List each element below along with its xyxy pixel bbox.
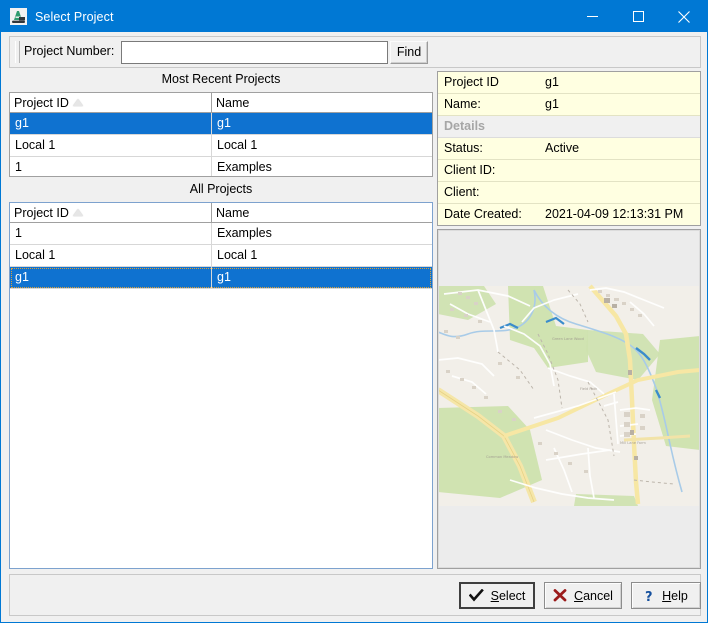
sort-ascending-icon: [73, 209, 83, 216]
svg-text:Common Meadow: Common Meadow: [486, 455, 518, 459]
details-group-header: Details: [438, 116, 700, 138]
column-header-name-label: Name: [216, 204, 249, 222]
cell-name: g1: [212, 113, 432, 134]
table-row[interactable]: 1 Examples: [10, 157, 432, 177]
all-projects-list[interactable]: Project ID Name 1 Examples Local 1 Local…: [9, 202, 433, 569]
window-controls: [569, 1, 707, 32]
details-row-date-created: Date Created: 2021-04-09 12:13:31 PM: [438, 204, 700, 226]
column-header-name[interactable]: Name: [212, 93, 432, 112]
column-header-project-id-label: Project ID: [14, 204, 69, 222]
details-label: Client ID:: [438, 160, 540, 181]
table-row[interactable]: 1 Examples: [10, 223, 432, 245]
details-label: Client:: [438, 182, 540, 203]
table-row[interactable]: Local 1 Local 1: [10, 245, 432, 267]
cell-name: Examples: [212, 223, 432, 244]
column-header-name-label: Name: [216, 94, 249, 112]
table-row[interactable]: g1 g1: [10, 267, 432, 289]
cancel-button-label: Cancel: [574, 589, 613, 603]
most-recent-header-row: Project ID Name: [10, 93, 432, 113]
select-project-dialog: Select Project Project Number: Find Most…: [0, 0, 708, 623]
project-location-map-thumbnail: Green Lane Wood Common Meadow Mill Lane …: [437, 229, 701, 569]
cancel-button[interactable]: Cancel: [544, 582, 622, 609]
cell-project-id: 1: [10, 157, 212, 177]
details-row-client: Client:: [438, 182, 700, 204]
column-header-project-id-label: Project ID: [14, 94, 69, 112]
details-label: Status:: [438, 138, 540, 159]
column-header-project-id[interactable]: Project ID: [10, 93, 212, 112]
svg-text:Field Path: Field Path: [580, 387, 597, 391]
cell-name: Local 1: [212, 135, 432, 156]
sort-ascending-icon: [73, 99, 83, 106]
close-icon[interactable]: [661, 1, 707, 32]
details-row-project-id: Project ID g1: [438, 72, 700, 94]
details-row-status: Status: Active: [438, 138, 700, 160]
svg-text:Mill Lane Farm: Mill Lane Farm: [620, 441, 646, 445]
cell-project-id: 1: [10, 223, 212, 244]
select-button[interactable]: Select: [459, 582, 535, 609]
svg-text:?: ?: [645, 590, 653, 603]
cell-name: Local 1: [212, 245, 432, 266]
most-recent-projects-list[interactable]: Project ID Name g1 g1 Local 1 Local 1 1 …: [9, 92, 433, 177]
details-label: Name:: [438, 94, 540, 115]
cell-name: g1: [212, 267, 432, 288]
minimize-icon[interactable]: [569, 1, 615, 32]
project-details-panel: Project ID g1 Name: g1 Details Status: A…: [437, 71, 701, 226]
cell-project-id: Local 1: [10, 245, 212, 266]
table-row[interactable]: g1 g1: [10, 113, 432, 135]
column-header-project-id[interactable]: Project ID: [10, 203, 212, 222]
cell-project-id: Local 1: [10, 135, 212, 156]
title-bar: Select Project: [1, 1, 707, 32]
details-row-client-id: Client ID:: [438, 160, 700, 182]
cell-name: Examples: [212, 157, 432, 177]
dialog-button-bar: Select Cancel ? Help: [9, 574, 701, 616]
app-excavator-icon: [10, 8, 27, 25]
project-number-input[interactable]: [121, 41, 388, 64]
details-group-label: Details: [438, 116, 700, 137]
details-value: [540, 182, 700, 203]
window-title: Select Project: [35, 10, 114, 24]
project-number-label: Project Number:: [24, 44, 114, 58]
cell-project-id: g1: [10, 113, 212, 134]
svg-text:Green Lane Wood: Green Lane Wood: [552, 337, 584, 341]
all-projects-header-row: Project ID Name: [10, 203, 432, 223]
question-mark-icon: ?: [644, 589, 655, 603]
details-value: g1: [540, 72, 700, 93]
details-label: Project ID: [438, 72, 540, 93]
checkmark-icon: [469, 589, 484, 602]
help-button-label: Help: [662, 589, 688, 603]
help-button[interactable]: ? Help: [631, 582, 701, 609]
find-button[interactable]: Find: [390, 41, 428, 64]
most-recent-projects-caption: Most Recent Projects: [9, 72, 433, 86]
details-value: g1: [540, 94, 700, 115]
maximize-icon[interactable]: [615, 1, 661, 32]
all-projects-caption: All Projects: [9, 182, 433, 196]
find-toolbar: Project Number: Find: [9, 36, 701, 68]
details-value: 2021-04-09 12:13:31 PM: [540, 204, 700, 225]
toolbar-grip[interactable]: [15, 41, 20, 63]
details-value: Active: [540, 138, 700, 159]
table-row[interactable]: Local 1 Local 1: [10, 135, 432, 157]
cell-project-id: g1: [10, 267, 212, 288]
cross-icon: [553, 589, 567, 602]
column-header-name[interactable]: Name: [212, 203, 432, 222]
details-label: Date Created:: [438, 204, 540, 225]
details-value: [540, 160, 700, 181]
select-button-label: Select: [491, 589, 526, 603]
details-row-name: Name: g1: [438, 94, 700, 116]
